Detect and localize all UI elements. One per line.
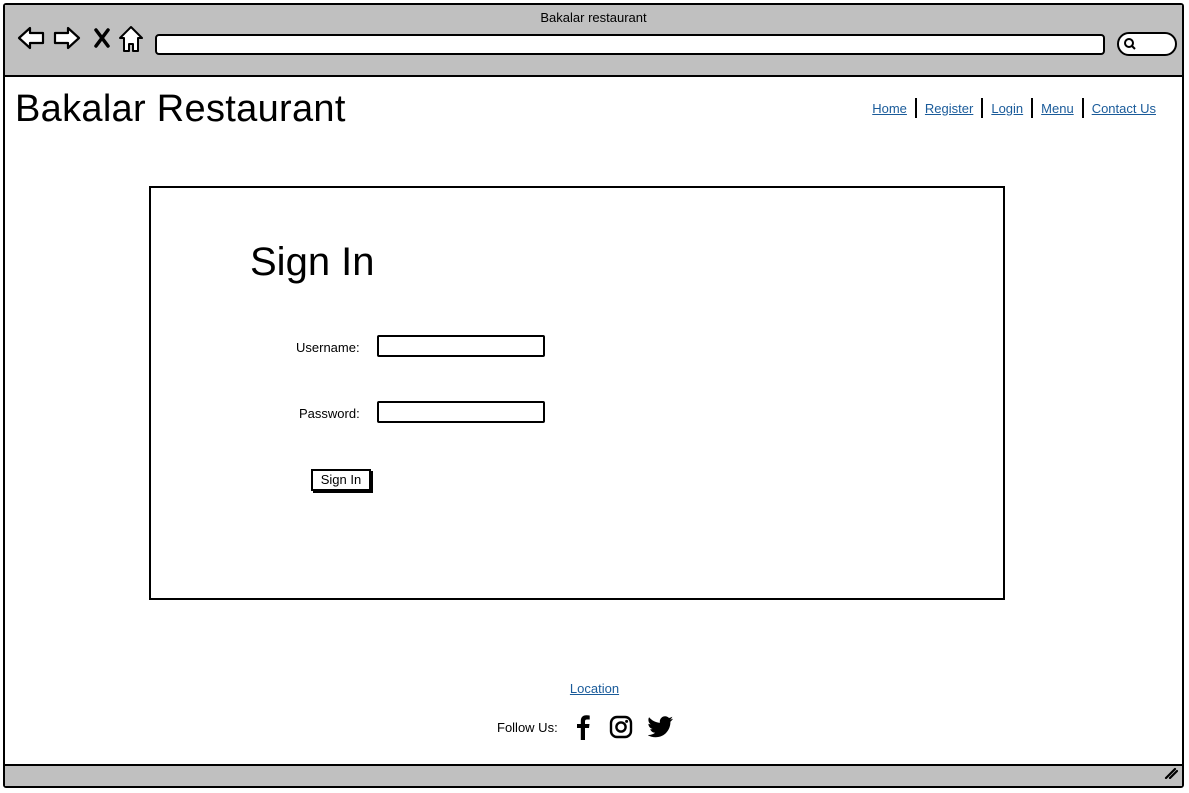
- site-brand: Bakalar Restaurant: [15, 88, 346, 130]
- username-input[interactable]: [377, 335, 545, 357]
- main-nav: Home Register Login Menu Contact Us: [864, 98, 1164, 118]
- nav-menu-link[interactable]: Menu: [1033, 101, 1082, 116]
- twitter-icon[interactable]: [647, 716, 674, 738]
- signin-card: Sign In Username: Password: Sign In: [149, 186, 1005, 600]
- search-icon: [1123, 37, 1137, 56]
- home-icon[interactable]: [118, 25, 144, 58]
- follow-us: Follow Us:: [497, 714, 674, 740]
- nav-contact-link[interactable]: Contact Us: [1084, 101, 1164, 116]
- window-title: Bakalar restaurant: [540, 10, 647, 25]
- follow-label: Follow Us:: [497, 719, 558, 735]
- password-label: Password:: [299, 406, 360, 421]
- password-input[interactable]: [377, 401, 545, 423]
- back-icon[interactable]: [17, 25, 45, 56]
- signin-heading: Sign In: [250, 240, 375, 284]
- browser-search-field[interactable]: [1117, 32, 1177, 56]
- address-bar[interactable]: [155, 34, 1105, 55]
- nav-register-link[interactable]: Register: [917, 101, 981, 116]
- browser-chrome: Bakalar restaurant: [5, 5, 1182, 77]
- status-bar: [5, 764, 1182, 786]
- username-label: Username:: [296, 340, 360, 355]
- close-icon[interactable]: [93, 27, 111, 54]
- location-link[interactable]: Location: [570, 681, 619, 696]
- footer-location: Location: [0, 681, 1189, 696]
- nav-home-link[interactable]: Home: [864, 101, 915, 116]
- resize-grip-icon[interactable]: [1164, 766, 1179, 784]
- nav-login-link[interactable]: Login: [983, 101, 1031, 116]
- forward-icon[interactable]: [53, 25, 81, 56]
- instagram-icon[interactable]: [609, 715, 633, 739]
- signin-button[interactable]: Sign In: [311, 469, 371, 491]
- facebook-icon[interactable]: [575, 714, 591, 740]
